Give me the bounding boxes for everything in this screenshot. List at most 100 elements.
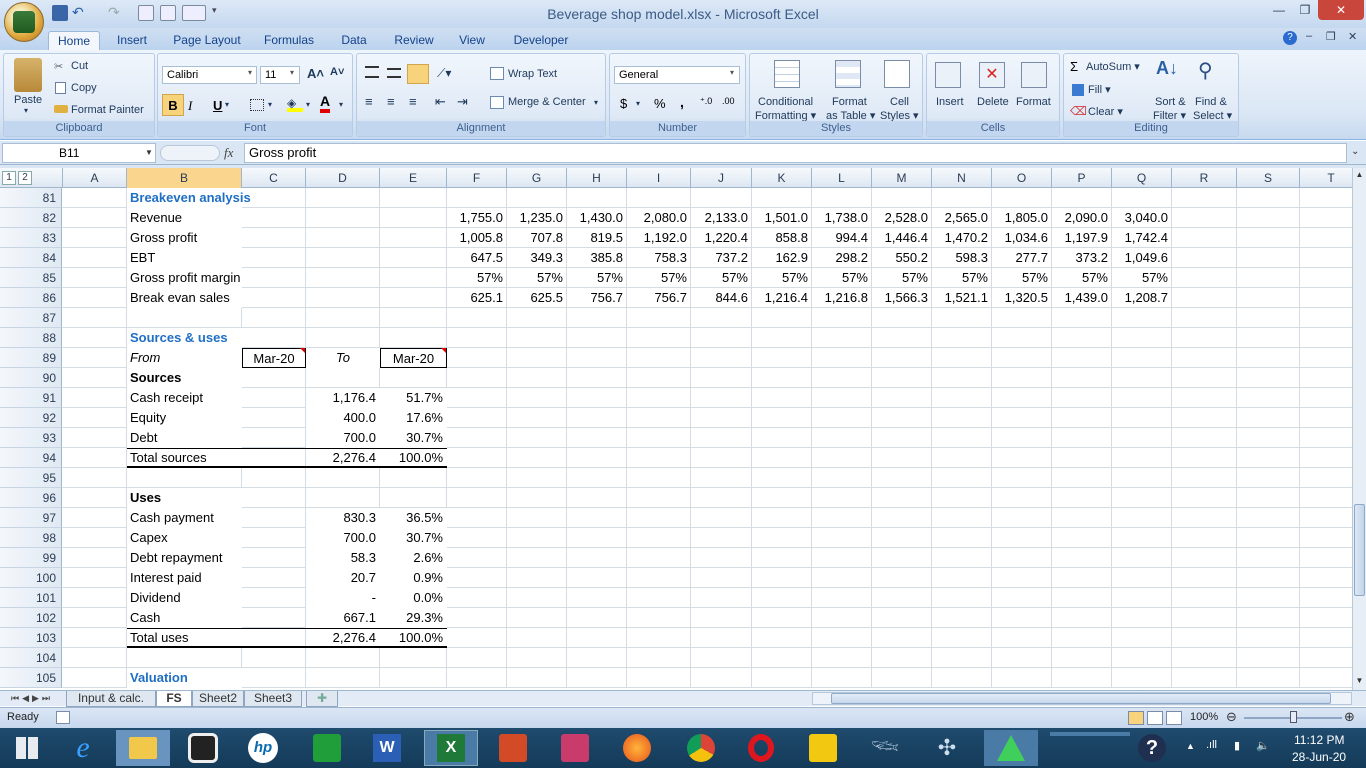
- breakeven-value-cell[interactable]: 298.2: [812, 248, 872, 268]
- outline-level-1[interactable]: 1: [2, 171, 16, 185]
- align-top-icon[interactable]: [365, 66, 379, 78]
- increase-indent-icon[interactable]: ⇥: [457, 95, 468, 108]
- breakeven-value-cell[interactable]: 57%: [691, 268, 752, 288]
- amount-cell[interactable]: 667.1: [306, 608, 380, 628]
- breakeven-value-cell[interactable]: 1,208.7: [1112, 288, 1172, 308]
- zoom-out-icon[interactable]: ⊖: [1226, 709, 1237, 725]
- breakeven-value-cell[interactable]: 819.5: [567, 228, 627, 248]
- column-header-i[interactable]: I: [627, 168, 691, 188]
- row-header[interactable]: 98: [0, 528, 62, 548]
- cell-label[interactable]: Sources & uses: [127, 328, 242, 348]
- column-header-g[interactable]: G: [507, 168, 567, 188]
- breakeven-value-cell[interactable]: 625.1: [447, 288, 507, 308]
- column-header-c[interactable]: C: [242, 168, 306, 188]
- row-header[interactable]: 103: [0, 628, 62, 648]
- cell-label[interactable]: Cash payment: [127, 508, 242, 528]
- column-header-o[interactable]: O: [992, 168, 1052, 188]
- column-header-a[interactable]: A: [63, 168, 127, 188]
- breakeven-value-cell[interactable]: 2,133.0: [691, 208, 752, 228]
- percent-cell[interactable]: 30.7%: [380, 528, 447, 548]
- tab-developer[interactable]: Developer: [506, 31, 576, 50]
- breakeven-value-cell[interactable]: 1,220.4: [691, 228, 752, 248]
- breakeven-value-cell[interactable]: 1,216.8: [812, 288, 872, 308]
- breakeven-value-cell[interactable]: 1,566.3: [872, 288, 932, 308]
- find-select-button[interactable]: Find &: [1195, 96, 1227, 108]
- column-header-h[interactable]: H: [567, 168, 627, 188]
- amount-cell[interactable]: 830.3: [306, 508, 380, 528]
- grow-font-button[interactable]: A˄: [307, 66, 324, 81]
- tableau-icon[interactable]: ✣: [920, 730, 974, 766]
- breakeven-value-cell[interactable]: 57%: [1052, 268, 1112, 288]
- tab-view[interactable]: View: [452, 31, 492, 50]
- decrease-decimal-icon[interactable]: .00: [722, 96, 735, 106]
- format-button[interactable]: Format: [1016, 96, 1051, 108]
- percent-cell[interactable]: 29.3%: [380, 608, 447, 628]
- row-header[interactable]: 99: [0, 548, 62, 568]
- row-header[interactable]: 86: [0, 288, 62, 308]
- breakeven-value-cell[interactable]: 1,738.0: [812, 208, 872, 228]
- breakeven-value-cell[interactable]: 2,090.0: [1052, 208, 1112, 228]
- zoom-level[interactable]: 100%: [1190, 711, 1218, 723]
- store-icon[interactable]: [300, 730, 354, 766]
- sort-filter-button[interactable]: Sort &: [1155, 96, 1186, 108]
- normal-view-icon[interactable]: [1128, 711, 1144, 725]
- amount-cell[interactable]: 2,276.4: [306, 448, 380, 468]
- cell-label[interactable]: Breakeven analysis: [127, 188, 251, 208]
- cell-label[interactable]: Valuation: [127, 668, 242, 688]
- cell-label[interactable]: Debt: [127, 428, 242, 448]
- breakeven-value-cell[interactable]: 994.4: [812, 228, 872, 248]
- copy-button[interactable]: Copy: [71, 82, 97, 94]
- column-header-k[interactable]: K: [752, 168, 812, 188]
- cell-label[interactable]: Debt repayment: [127, 548, 242, 568]
- breakeven-value-cell[interactable]: 1,446.4: [872, 228, 932, 248]
- column-header-j[interactable]: J: [691, 168, 752, 188]
- column-header-l[interactable]: L: [812, 168, 872, 188]
- breakeven-value-cell[interactable]: 1,430.0: [567, 208, 627, 228]
- breakeven-value-cell[interactable]: 1,235.0: [507, 208, 567, 228]
- breakeven-value-cell[interactable]: 758.3: [627, 248, 691, 268]
- cell-label[interactable]: Interest paid: [127, 568, 242, 588]
- autosum-button[interactable]: AutoSum ▾: [1086, 60, 1140, 73]
- row-header[interactable]: 101: [0, 588, 62, 608]
- breakeven-value-cell[interactable]: 756.7: [567, 288, 627, 308]
- help-icon[interactable]: ?: [1283, 31, 1297, 45]
- breakeven-value-cell[interactable]: 1,197.9: [1052, 228, 1112, 248]
- to-date-cell[interactable]: Mar-20: [380, 348, 447, 368]
- comma-button[interactable]: ,: [680, 94, 684, 110]
- breakeven-value-cell[interactable]: 1,192.0: [627, 228, 691, 248]
- fx-icon[interactable]: fx: [224, 145, 233, 161]
- breakeven-value-cell[interactable]: 1,755.0: [447, 208, 507, 228]
- row-header[interactable]: 92: [0, 408, 62, 428]
- cell-label[interactable]: Dividend: [127, 588, 242, 608]
- row-header[interactable]: 88: [0, 328, 62, 348]
- row-header[interactable]: 102: [0, 608, 62, 628]
- workbook-restore-icon[interactable]: ❐: [1326, 30, 1336, 43]
- percent-button[interactable]: %: [654, 96, 666, 111]
- column-header-p[interactable]: P: [1052, 168, 1112, 188]
- row-header[interactable]: 90: [0, 368, 62, 388]
- tab-data[interactable]: Data: [332, 31, 376, 50]
- office-button[interactable]: [4, 2, 44, 42]
- cell-label[interactable]: From: [127, 348, 242, 368]
- breakeven-value-cell[interactable]: 1,805.0: [992, 208, 1052, 228]
- borders-icon[interactable]: [250, 99, 264, 111]
- breakeven-value-cell[interactable]: 598.3: [932, 248, 992, 268]
- breakeven-value-cell[interactable]: 2,565.0: [932, 208, 992, 228]
- internet-explorer-icon[interactable]: e: [56, 730, 110, 766]
- percent-cell[interactable]: 100.0%: [380, 448, 447, 468]
- breakeven-value-cell[interactable]: 1,049.6: [1112, 248, 1172, 268]
- breakeven-value-cell[interactable]: 57%: [447, 268, 507, 288]
- cell-label[interactable]: Sources: [127, 368, 242, 388]
- cell-label[interactable]: Gross profit: [127, 228, 242, 248]
- help-tray-icon[interactable]: ?: [1132, 730, 1172, 766]
- percent-cell[interactable]: 100.0%: [380, 628, 447, 648]
- breakeven-value-cell[interactable]: 625.5: [507, 288, 567, 308]
- align-center-icon[interactable]: ≡: [387, 95, 395, 108]
- name-box[interactable]: B11: [2, 143, 156, 163]
- percent-cell[interactable]: 17.6%: [380, 408, 447, 428]
- italic-button[interactable]: I: [188, 98, 192, 114]
- row-header[interactable]: 105: [0, 668, 62, 688]
- horizontal-scroll-thumb[interactable]: [831, 693, 1331, 704]
- underline-button[interactable]: U: [213, 98, 222, 113]
- cell-label[interactable]: Gross profit margin: [127, 268, 242, 288]
